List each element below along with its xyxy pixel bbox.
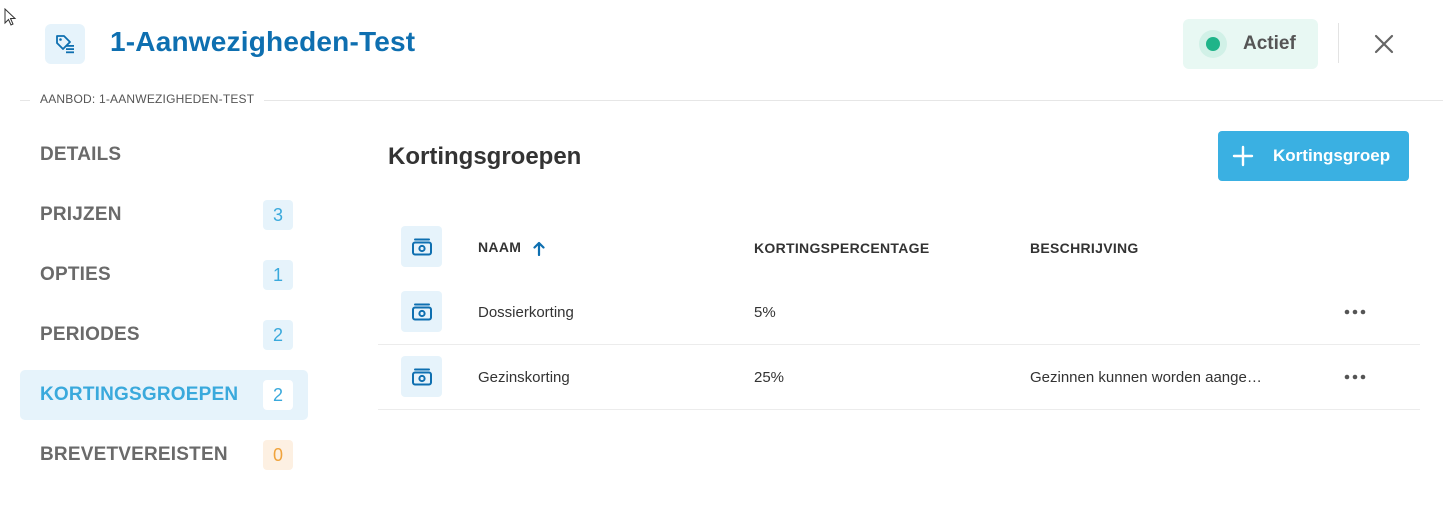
- plus-icon: [1232, 145, 1254, 167]
- column-header-beschrijving[interactable]: BESCHRIJVING: [1030, 240, 1139, 256]
- status-badge: Actief: [1183, 19, 1318, 69]
- cell-naam: Gezinskorting: [478, 368, 570, 386]
- table-row[interactable]: Gezinskorting 25% Gezinnen kunnen worden…: [378, 345, 1420, 410]
- count-badge: 3: [263, 200, 293, 230]
- discount-group-icon: [401, 226, 442, 267]
- sidebar-item-opties[interactable]: OPTIES 1: [20, 250, 308, 300]
- page-header: 1-Aanwezigheden-Test Actief: [0, 0, 1443, 90]
- sort-ascending-arrow-icon: [533, 241, 546, 256]
- breadcrumb: AANBOD: 1-AANWEZIGHEDEN-TEST: [30, 92, 265, 106]
- sidebar-item-label: PRIJZEN: [40, 204, 122, 225]
- sidebar: DETAILS PRIJZEN 3 OPTIES 1 PERIODES 2 KO…: [20, 130, 308, 490]
- section-title: Kortingsgroepen: [388, 143, 582, 170]
- sidebar-item-prijzen[interactable]: PRIJZEN 3: [20, 190, 308, 240]
- discount-group-icon: [401, 356, 442, 397]
- cell-beschrijving: Gezinnen kunnen worden aange…: [1030, 368, 1262, 386]
- add-button-label: Kortingsgroep: [1273, 146, 1391, 165]
- sidebar-item-periodes[interactable]: PERIODES 2: [20, 310, 308, 360]
- sidebar-item-brevetvereisten[interactable]: BREVETVEREISTEN 0: [20, 430, 308, 480]
- table-header-row: NAAM KORTINGSPERCENTAGE BESCHRIJVING: [378, 215, 1420, 280]
- status-dot-icon: [1199, 30, 1227, 58]
- status-label: Actief: [1243, 33, 1296, 54]
- count-badge: 0: [263, 440, 293, 470]
- sidebar-item-label: BREVETVEREISTEN: [40, 444, 228, 465]
- more-horizontal-icon: [1344, 374, 1366, 380]
- row-actions-button[interactable]: [1340, 300, 1370, 324]
- close-icon: [1374, 34, 1394, 54]
- discount-group-icon: [401, 291, 442, 332]
- count-badge: 2: [263, 380, 293, 410]
- count-badge: 1: [263, 260, 293, 290]
- column-header-naam[interactable]: NAAM: [478, 239, 546, 256]
- cell-kortingspercentage: 5%: [754, 303, 776, 321]
- row-actions-button[interactable]: [1340, 365, 1370, 389]
- count-badge: 2: [263, 320, 293, 350]
- sidebar-item-details[interactable]: DETAILS: [20, 130, 308, 180]
- sidebar-item-label: KORTINGSGROEPEN: [40, 384, 239, 405]
- close-button[interactable]: [1368, 28, 1400, 60]
- sidebar-item-kortingsgroepen[interactable]: KORTINGSGROEPEN 2: [20, 370, 308, 420]
- cell-naam: Dossierkorting: [478, 303, 574, 321]
- sidebar-item-label: PERIODES: [40, 324, 140, 345]
- column-header-kortingspercentage[interactable]: KORTINGSPERCENTAGE: [754, 240, 930, 256]
- price-tag-list-icon: [45, 24, 85, 64]
- page-title: 1-Aanwezigheden-Test: [110, 26, 416, 57]
- header-divider: [1338, 23, 1339, 63]
- column-header-label: NAAM: [478, 239, 522, 256]
- table-row[interactable]: Dossierkorting 5%: [378, 280, 1420, 345]
- sidebar-item-label: OPTIES: [40, 264, 111, 285]
- more-horizontal-icon: [1344, 309, 1366, 315]
- kortingsgroepen-table: NAAM KORTINGSPERCENTAGE BESCHRIJVING Dos…: [378, 215, 1420, 410]
- add-kortingsgroep-button[interactable]: Kortingsgroep: [1218, 131, 1409, 181]
- sidebar-item-label: DETAILS: [40, 144, 122, 165]
- cell-kortingspercentage: 25%: [754, 368, 785, 386]
